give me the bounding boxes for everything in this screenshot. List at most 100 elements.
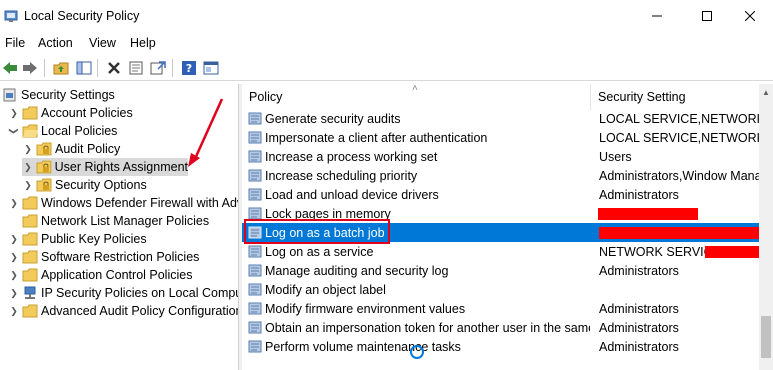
toolbar: ? [0, 55, 773, 81]
table-row[interactable]: Increase scheduling priority Administrat… [242, 166, 759, 185]
tree-item-user-rights-assignment[interactable]: ❯ User Rights Assignment [22, 158, 188, 176]
policy-icon [248, 340, 262, 353]
folder-icon [22, 232, 38, 246]
column-header-security-setting[interactable]: Security Setting [591, 84, 759, 110]
expand-chevron-icon[interactable]: ❯ [8, 269, 20, 281]
delete-button[interactable] [104, 58, 124, 78]
policy-icon [248, 131, 262, 144]
expand-chevron-icon[interactable]: ❯ [22, 179, 34, 191]
window-title: Local Security Policy [24, 9, 140, 23]
expand-chevron-icon[interactable]: ❯ [22, 161, 34, 173]
menu-action[interactable]: Action [38, 36, 73, 50]
policy-name: Log on as a service [265, 244, 374, 259]
close-button[interactable] [727, 0, 773, 32]
folder-icon [22, 250, 38, 264]
scrollbar-thumb[interactable] [761, 316, 771, 358]
collapse-chevron-icon[interactable]: ❯ [8, 125, 20, 137]
console-button[interactable] [201, 58, 221, 78]
tree-label: Software Restriction Policies [41, 250, 200, 264]
menu-help[interactable]: Help [130, 36, 156, 50]
table-row[interactable]: Increase a process working set Users [242, 147, 759, 166]
policy-name: Impersonate a client after authenticatio… [265, 130, 488, 145]
tree-item-local-policies[interactable]: ❯ Local Policies [8, 122, 118, 140]
folder-icon [22, 106, 38, 120]
folder-icon [22, 196, 38, 210]
tree-item-account-policies[interactable]: ❯ Account Policies [8, 104, 133, 122]
table-row[interactable]: Impersonate a client after authenticatio… [242, 128, 759, 147]
tree-item-ip-security[interactable]: ❯ IP Security Policies on Local Compute [8, 284, 238, 302]
svg-text:?: ? [186, 62, 192, 75]
menu-file[interactable]: File [5, 36, 25, 50]
security-setting: LOCAL SERVICE,NETWORK SER [599, 130, 759, 145]
tree-item-software-restriction[interactable]: ❯ Software Restriction Policies [8, 248, 199, 266]
title-bar: Local Security Policy [0, 0, 773, 32]
security-setting: Administrators [599, 320, 679, 335]
network-policy-icon [24, 286, 36, 299]
security-setting: Users [599, 149, 632, 164]
open-folder-icon [22, 124, 38, 138]
busy-cursor-icon [410, 345, 424, 359]
tree-item-application-control[interactable]: ❯ Application Control Policies [8, 266, 192, 284]
close-icon [745, 11, 755, 21]
redaction-mark [705, 246, 759, 258]
security-setting: Administrators [599, 301, 679, 316]
security-setting: Administrators [599, 339, 679, 354]
tree-item-audit-policy[interactable]: ❯ Audit Policy [22, 140, 120, 158]
table-row[interactable]: Perform volume maintenance tasks Adminis… [242, 337, 759, 356]
tree-item-network-list-manager[interactable]: Network List Manager Policies [22, 212, 209, 230]
security-setting: Administrators,Window Manag [599, 168, 759, 183]
minimize-button[interactable] [634, 0, 680, 32]
expand-chevron-icon[interactable]: ❯ [8, 251, 20, 263]
table-row[interactable]: Load and unload device drivers Administr… [242, 185, 759, 204]
security-settings-icon [3, 88, 16, 102]
help-button[interactable]: ? [179, 58, 199, 78]
scroll-up-icon[interactable]: ▲ [759, 84, 773, 100]
show-hide-tree-icon [76, 61, 92, 75]
forward-button[interactable] [20, 58, 40, 78]
expand-chevron-icon[interactable]: ❯ [8, 233, 20, 245]
policy-name: Modify an object label [265, 282, 386, 297]
tree-item-public-key-policies[interactable]: ❯ Public Key Policies [8, 230, 147, 248]
table-row[interactable]: Modify firmware environment values Admin… [242, 299, 759, 318]
expand-chevron-icon[interactable]: ❯ [8, 305, 20, 317]
maximize-button[interactable] [684, 0, 730, 32]
expand-chevron-icon[interactable]: ❯ [22, 143, 34, 155]
table-row[interactable]: Modify an object label [242, 280, 759, 299]
policy-name: Load and unload device drivers [265, 187, 439, 202]
forward-icon [23, 62, 37, 74]
annotation-highlight-box [244, 219, 390, 244]
show-hide-tree-button[interactable] [74, 58, 94, 78]
menu-view[interactable]: View [89, 36, 116, 50]
toolbar-separator [44, 59, 45, 77]
up-one-level-button[interactable] [51, 58, 71, 78]
tree-item-security-options[interactable]: ❯ Security Options [22, 176, 147, 194]
expand-chevron-icon[interactable]: ❯ [8, 107, 20, 119]
policy-name: Manage auditing and security log [265, 263, 449, 278]
locked-folder-icon [36, 142, 52, 156]
policy-name: Obtain an impersonation token for anothe… [265, 320, 590, 335]
tree-item-advanced-audit[interactable]: ❯ Advanced Audit Policy Configuration [8, 302, 238, 320]
tree-label: User Rights Assignment [54, 160, 188, 174]
tree-label: Public Key Policies [41, 232, 147, 246]
table-row[interactable]: Obtain an impersonation token for anothe… [242, 318, 759, 337]
table-row[interactable]: Manage auditing and security log Adminis… [242, 261, 759, 280]
tree-label: Audit Policy [55, 142, 121, 156]
expand-chevron-icon[interactable]: ❯ [8, 287, 20, 299]
folder-icon [22, 304, 38, 318]
table-row[interactable]: Generate security audits LOCAL SERVICE,N… [242, 109, 759, 128]
expand-chevron-icon[interactable]: ❯ [8, 197, 20, 209]
column-header-policy[interactable]: Policy ˄ [242, 84, 591, 110]
policy-icon [248, 150, 262, 163]
policy-name: Increase a process working set [265, 149, 438, 164]
back-button[interactable] [0, 58, 20, 78]
toolbar-separator [172, 59, 173, 77]
tree-item-windows-defender-firewall[interactable]: ❯ Windows Defender Firewall with Adva [8, 194, 238, 212]
policy-name: Perform volume maintenance tasks [265, 339, 461, 354]
tree-item-security-settings[interactable]: Security Settings [2, 86, 115, 104]
delete-icon [108, 62, 120, 74]
export-list-button[interactable] [148, 58, 168, 78]
vertical-scrollbar[interactable]: ▲ [759, 84, 773, 370]
policy-name: Generate security audits [265, 111, 401, 126]
properties-button[interactable] [126, 58, 146, 78]
table-row[interactable]: Log on as a service NETWORK SERVICE, [242, 242, 759, 261]
